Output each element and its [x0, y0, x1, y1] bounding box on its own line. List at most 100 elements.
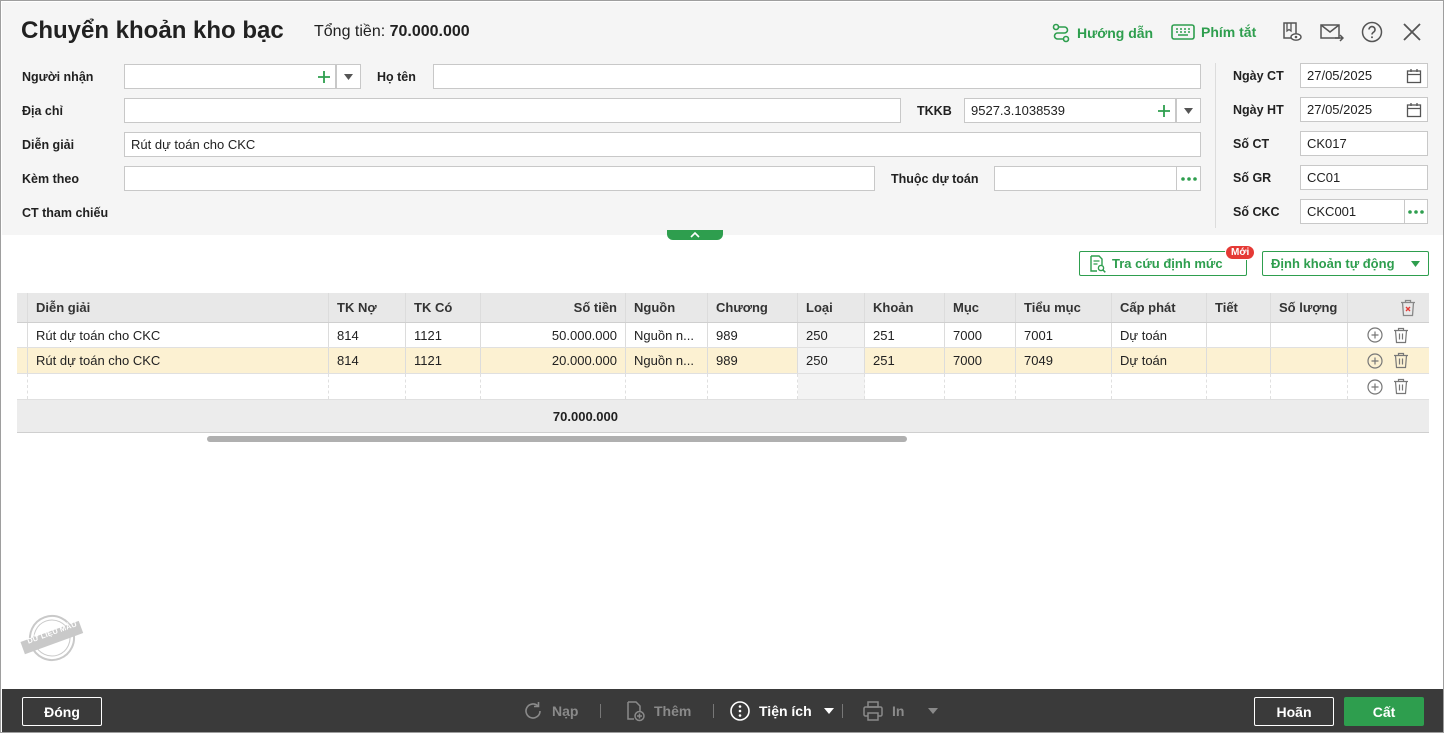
recipient-dropdown-button[interactable] — [336, 64, 361, 89]
trash-icon[interactable] — [1393, 327, 1409, 344]
guide-link[interactable]: Hướng dẫn — [1051, 23, 1153, 43]
cell-detail[interactable] — [1207, 348, 1271, 373]
cell-description[interactable]: Rút dự toán cho CKC — [28, 323, 329, 347]
add-row-icon[interactable] — [1367, 352, 1383, 369]
col-header[interactable]: Tiểu mục — [1016, 293, 1112, 322]
col-header[interactable]: Số tiền — [481, 293, 626, 322]
cell-subsection[interactable]: 7049 — [1016, 348, 1112, 373]
col-header[interactable]: Mục — [945, 293, 1016, 322]
cell-item[interactable]: 251 — [865, 348, 945, 373]
description-input[interactable]: Rút dự toán cho CKC — [124, 132, 1201, 157]
cell-section[interactable]: 7000 — [945, 323, 1016, 347]
cell-quantity[interactable] — [1271, 348, 1348, 373]
cell-allocation[interactable]: Dự toán — [1112, 348, 1207, 373]
fullname-input[interactable] — [433, 64, 1201, 89]
budget-input[interactable] — [994, 166, 1177, 191]
utility-button[interactable]: Tiện ích — [729, 689, 834, 732]
cell-item[interactable] — [865, 374, 945, 399]
table-row[interactable]: Rút dự toán cho CKC 814 1121 50.000.000 … — [17, 323, 1429, 348]
save-button[interactable]: Cất — [1344, 697, 1424, 726]
recipient-input[interactable] — [124, 64, 336, 89]
cell-description[interactable]: Rút dự toán cho CKC — [28, 348, 329, 373]
add-row-icon[interactable] — [1367, 378, 1383, 395]
email-send-icon[interactable] — [1320, 21, 1344, 43]
scrollbar-thumb[interactable] — [207, 436, 907, 442]
auto-accounting-button[interactable]: Định khoản tự động — [1262, 251, 1429, 276]
shortcut-link[interactable]: Phím tắt — [1171, 23, 1256, 41]
lookup-norm-button[interactable]: Tra cứu định mức — [1079, 251, 1247, 276]
cell-subsection[interactable] — [1016, 374, 1112, 399]
col-header[interactable]: Diễn giải — [28, 293, 329, 322]
delete-all-icon[interactable] — [1400, 299, 1416, 317]
tkkb-input[interactable]: 9527.3.1038539 — [964, 98, 1176, 123]
print-button[interactable]: In — [862, 689, 939, 732]
cell-allocation[interactable]: Dự toán — [1112, 323, 1207, 347]
cell-type[interactable]: 250 — [798, 323, 865, 347]
cell-detail[interactable] — [1207, 374, 1271, 399]
col-header[interactable]: Nguồn — [626, 293, 708, 322]
cell-type[interactable]: 250 — [798, 348, 865, 373]
so-gr-input[interactable]: CC01 — [1300, 165, 1428, 190]
col-header[interactable]: Chương — [708, 293, 798, 322]
cell-amount[interactable]: 50.000.000 — [481, 323, 626, 347]
cell-section[interactable]: 7000 — [945, 348, 1016, 373]
cell-item[interactable]: 251 — [865, 323, 945, 347]
col-header[interactable]: Số lượng — [1271, 293, 1348, 322]
cell-credit[interactable] — [406, 374, 481, 399]
add-row-icon[interactable] — [1367, 327, 1383, 343]
cell-allocation[interactable] — [1112, 374, 1207, 399]
close-icon[interactable] — [1401, 21, 1423, 43]
attach-input[interactable] — [124, 166, 875, 191]
horizontal-scrollbar[interactable] — [19, 436, 1427, 442]
cell-quantity[interactable] — [1271, 323, 1348, 347]
cell-chapter[interactable]: 989 — [708, 323, 798, 347]
help-icon[interactable] — [1361, 21, 1383, 43]
address-input[interactable] — [124, 98, 901, 123]
cell-source[interactable]: Nguồn n... — [626, 348, 708, 373]
cancel-button[interactable]: Hoãn — [1254, 697, 1334, 726]
cell-source[interactable]: Nguồn n... — [626, 323, 708, 347]
cell-type[interactable] — [798, 374, 865, 399]
table-row[interactable]: Rút dự toán cho CKC 814 1121 20.000.000 … — [17, 348, 1429, 374]
collapse-toggle[interactable] — [667, 230, 723, 240]
reload-button[interactable]: Nạp — [522, 689, 578, 732]
cell-detail[interactable] — [1207, 323, 1271, 347]
col-header[interactable]: Khoản — [865, 293, 945, 322]
cell-credit[interactable]: 1121 — [406, 323, 481, 347]
trash-icon[interactable] — [1393, 378, 1409, 395]
cell-quantity[interactable] — [1271, 374, 1348, 399]
cell-credit[interactable]: 1121 — [406, 348, 481, 373]
add-recipient-button[interactable] — [311, 64, 337, 89]
cell-amount[interactable]: 20.000.000 — [481, 348, 626, 373]
cell-debit[interactable]: 814 — [329, 348, 406, 373]
cell-debit[interactable]: 814 — [329, 323, 406, 347]
preview-icon[interactable] — [1281, 21, 1303, 43]
so-ckc-input[interactable]: CKC001 — [1300, 199, 1405, 224]
so-ckc-more-button[interactable] — [1404, 199, 1428, 224]
cell-source[interactable] — [626, 374, 708, 399]
calendar-icon[interactable] — [1406, 68, 1422, 84]
budget-more-button[interactable] — [1176, 166, 1201, 191]
add-tkkb-button[interactable] — [1151, 98, 1177, 123]
cell-amount[interactable] — [481, 374, 626, 399]
so-ct-input[interactable]: CK017 — [1300, 131, 1428, 156]
tkkb-label: TKKB — [917, 104, 952, 118]
trash-icon[interactable] — [1393, 352, 1409, 369]
fullname-label: Họ tên — [377, 70, 416, 84]
cell-chapter[interactable]: 989 — [708, 348, 798, 373]
calendar-icon[interactable] — [1406, 102, 1422, 118]
cell-debit[interactable] — [329, 374, 406, 399]
close-button[interactable]: Đóng — [22, 697, 102, 726]
add-button[interactable]: Thêm — [624, 689, 691, 732]
tkkb-dropdown-button[interactable] — [1176, 98, 1201, 123]
cell-chapter[interactable] — [708, 374, 798, 399]
col-header[interactable]: Loại — [798, 293, 865, 322]
table-row-empty[interactable] — [17, 374, 1429, 400]
col-header[interactable]: Cấp phát — [1112, 293, 1207, 322]
col-header[interactable]: Tiết — [1207, 293, 1271, 322]
col-header[interactable]: TK Nợ — [329, 293, 406, 322]
cell-section[interactable] — [945, 374, 1016, 399]
cell-description[interactable] — [28, 374, 329, 399]
cell-subsection[interactable]: 7001 — [1016, 323, 1112, 347]
col-header[interactable]: TK Có — [406, 293, 481, 322]
